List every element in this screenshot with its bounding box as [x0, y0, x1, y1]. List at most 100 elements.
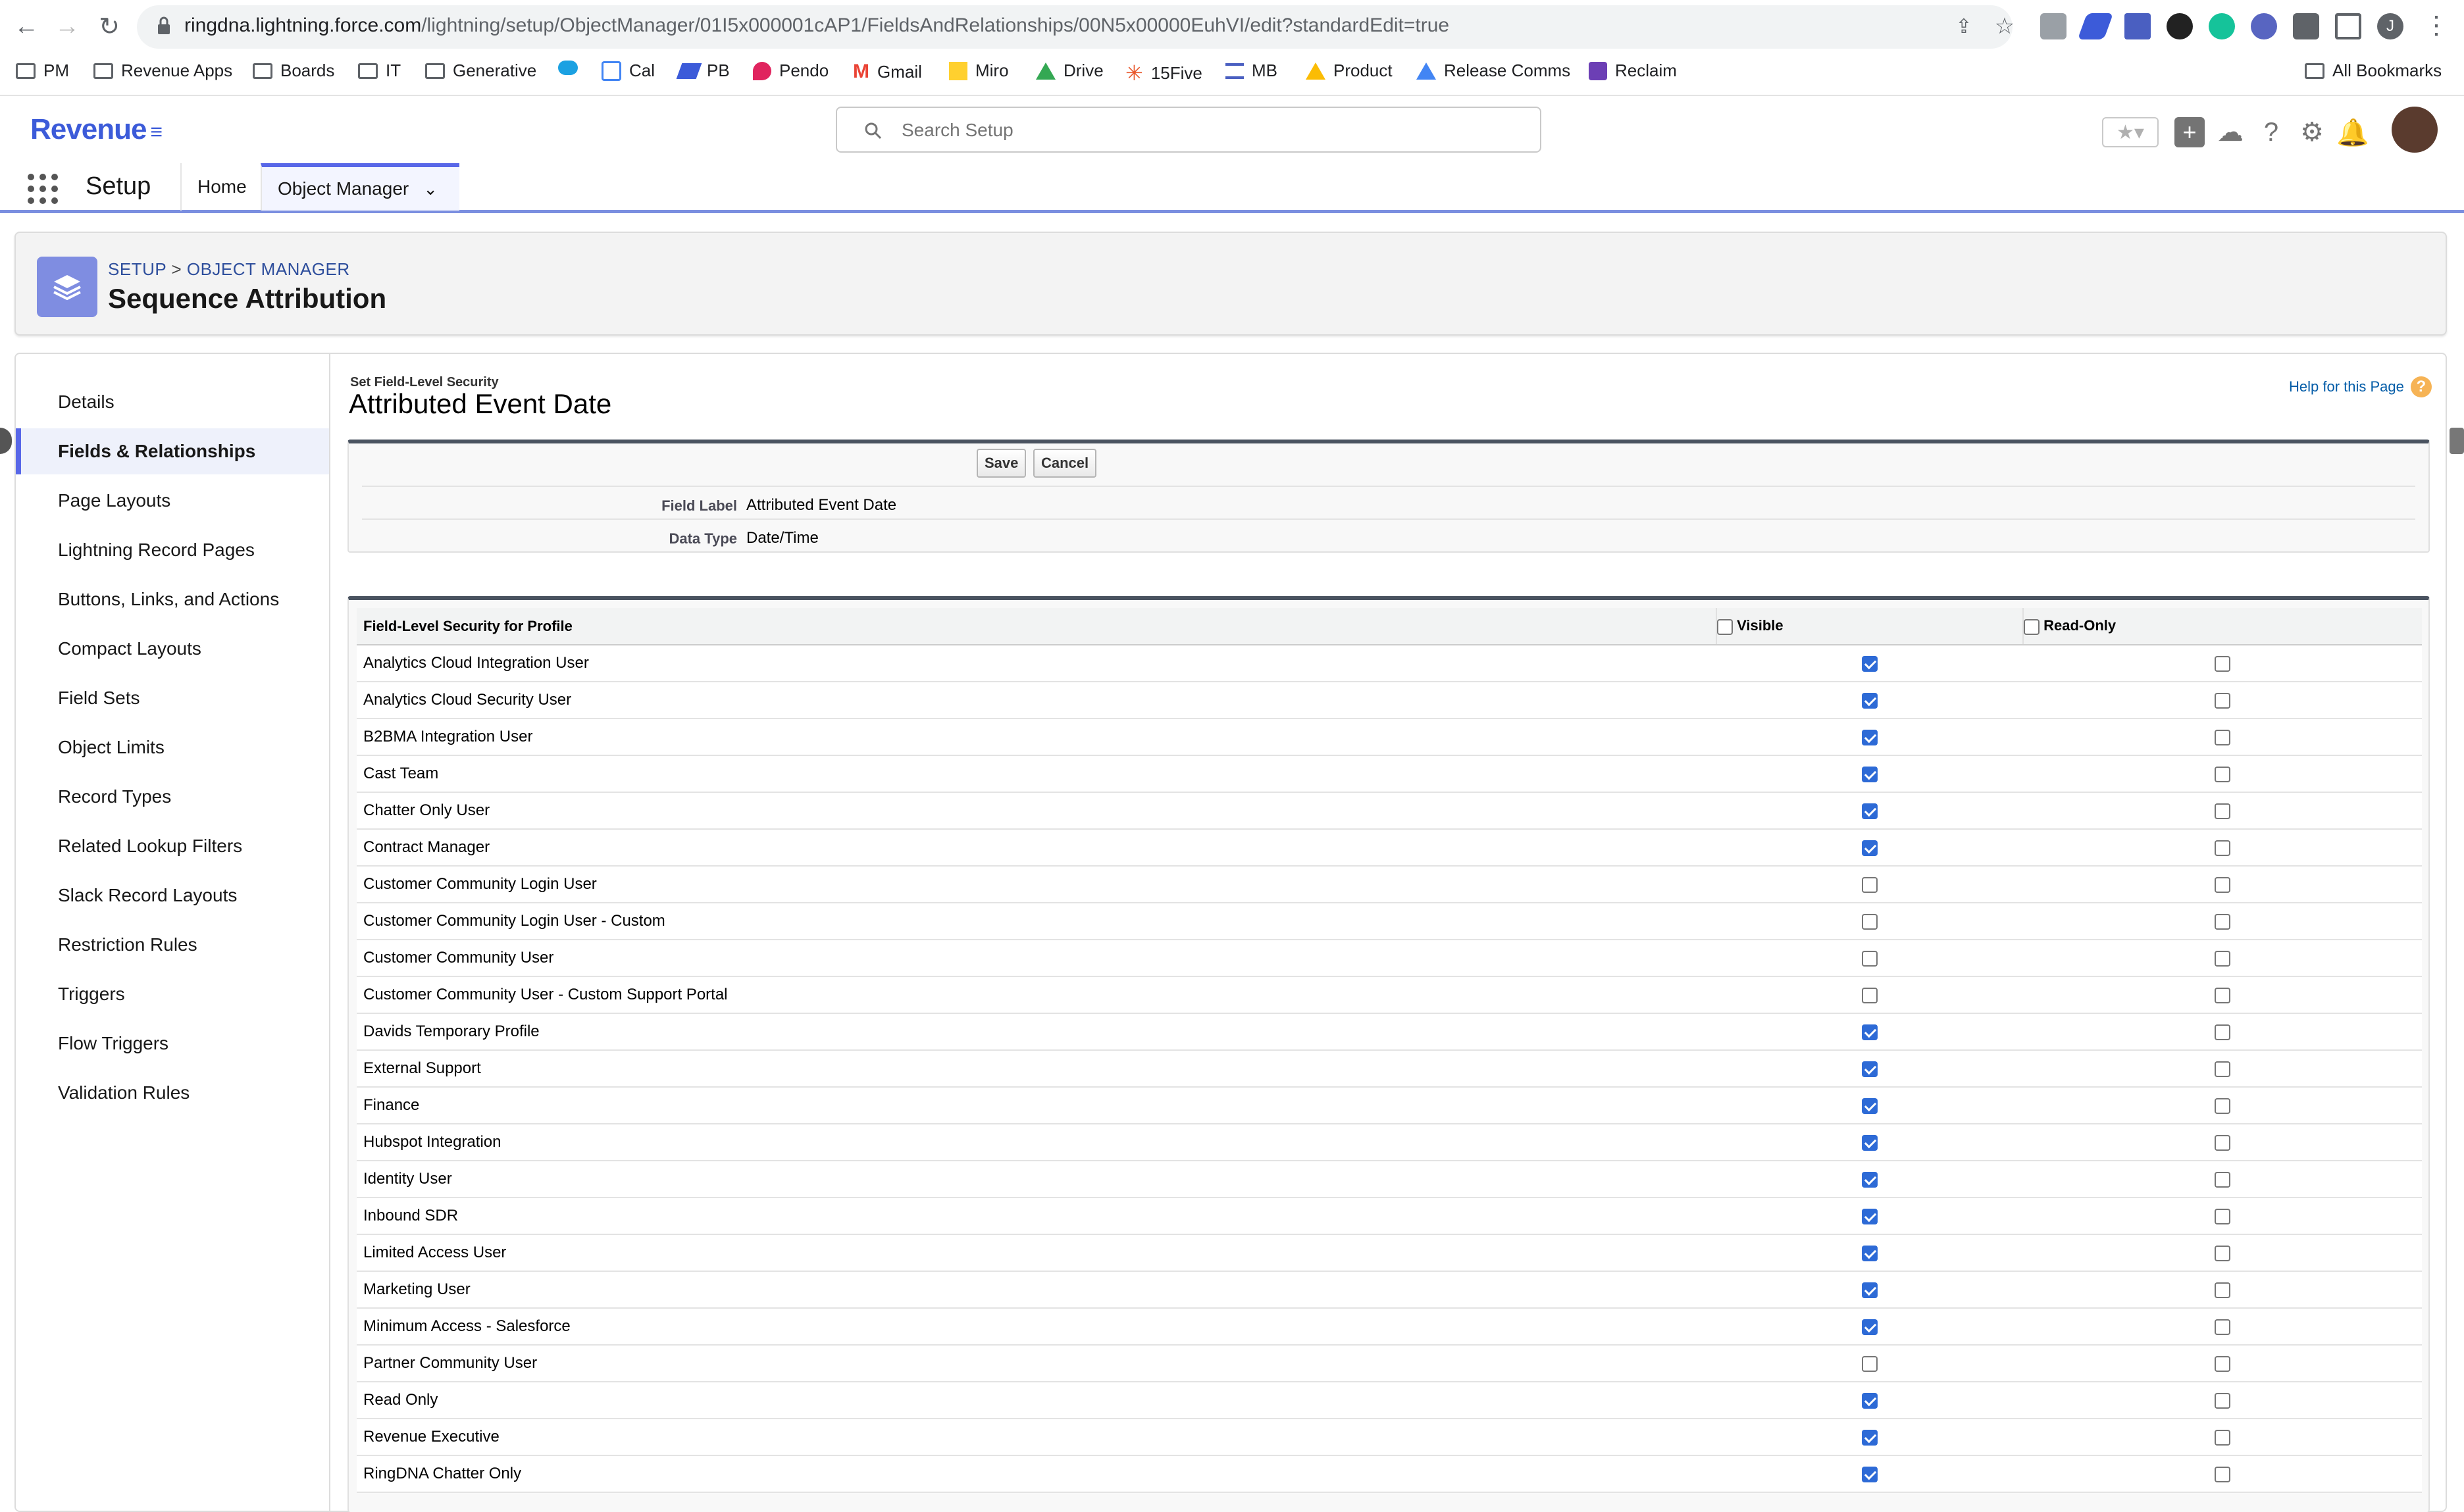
breadcrumb-object-manager[interactable]: OBJECT MANAGER — [187, 259, 350, 279]
visible-checkbox[interactable] — [1861, 692, 1878, 709]
visible-select-all-checkbox[interactable] — [1717, 618, 1733, 635]
bookmark-pendo[interactable]: Pendo — [753, 61, 829, 81]
readonly-checkbox[interactable] — [2214, 987, 2230, 1003]
readonly-checkbox[interactable] — [2214, 1171, 2230, 1188]
sidebar-item-flow-triggers[interactable]: Flow Triggers — [16, 1021, 329, 1067]
readonly-checkbox[interactable] — [2214, 1429, 2230, 1446]
extension-circle-icon[interactable] — [2251, 13, 2277, 39]
trailhead-icon[interactable]: ☁ — [2215, 117, 2246, 147]
address-bar[interactable]: ringdna.lightning.force.com/lightning/se… — [137, 5, 2015, 49]
bookmark-pm[interactable]: PM — [16, 61, 69, 81]
sidebar-item-object-limits[interactable]: Object Limits — [16, 724, 329, 770]
setup-gear-icon[interactable]: ⚙ — [2297, 117, 2327, 147]
cancel-button[interactable]: Cancel — [1033, 449, 1097, 478]
readonly-checkbox[interactable] — [2214, 1208, 2230, 1224]
bookmark-gmail[interactable]: M Gmail — [853, 61, 922, 83]
sidebar-item-record-types[interactable]: Record Types — [16, 774, 329, 820]
visible-checkbox[interactable] — [1861, 1097, 1878, 1114]
bookmark-release-comms[interactable]: Release Comms — [1416, 61, 1570, 81]
save-button[interactable]: Save — [977, 449, 1027, 478]
readonly-checkbox[interactable] — [2214, 1245, 2230, 1261]
readonly-checkbox[interactable] — [2214, 692, 2230, 709]
visible-checkbox[interactable] — [1861, 950, 1878, 967]
extension-gear-icon[interactable] — [2167, 13, 2193, 39]
drawer-handle[interactable] — [0, 428, 12, 454]
visible-checkbox[interactable] — [1861, 803, 1878, 819]
visible-checkbox[interactable] — [1861, 1134, 1878, 1151]
profile-avatar[interactable]: J — [2377, 13, 2403, 39]
revenue-logo[interactable]: Revenue ≡ — [30, 113, 163, 146]
extension-pb-icon[interactable] — [2077, 13, 2114, 39]
visible-checkbox[interactable] — [1861, 1319, 1878, 1335]
readonly-checkbox[interactable] — [2214, 1134, 2230, 1151]
sidebar-item-related-lookup-filters[interactable]: Related Lookup Filters — [16, 823, 329, 869]
bookmark-miro[interactable]: Miro — [949, 61, 1009, 81]
scrollbar-thumb[interactable] — [2450, 428, 2464, 454]
url-text[interactable]: ringdna.lightning.force.com/lightning/se… — [184, 14, 1449, 37]
visible-checkbox[interactable] — [1861, 655, 1878, 672]
sidebar-item-slack-record-layouts[interactable]: Slack Record Layouts — [16, 872, 329, 919]
readonly-checkbox[interactable] — [2214, 1392, 2230, 1409]
side-panel-icon[interactable] — [2335, 13, 2361, 39]
sidebar-item-details[interactable]: Details — [16, 379, 329, 425]
visible-checkbox[interactable] — [1861, 840, 1878, 856]
readonly-checkbox[interactable] — [2214, 1355, 2230, 1372]
bookmark-boards[interactable]: Boards — [253, 61, 334, 81]
readonly-select-all-checkbox[interactable] — [2024, 618, 2040, 635]
readonly-checkbox[interactable] — [2214, 1024, 2230, 1040]
sidebar-item-fields-relationships[interactable]: Fields & Relationships — [16, 428, 329, 474]
help-icon[interactable]: ? — [2256, 117, 2286, 147]
favorites-star-icon[interactable]: ★▾ — [2102, 117, 2159, 147]
visible-checkbox[interactable] — [1861, 1061, 1878, 1077]
visible-checkbox[interactable] — [1861, 1171, 1878, 1188]
extension-list-icon[interactable] — [2124, 13, 2151, 39]
grammarly-icon[interactable] — [2209, 13, 2235, 39]
extensions-puzzle-icon[interactable] — [2293, 13, 2319, 39]
bookmark-15five[interactable]: ✳ 15Five — [1125, 61, 1202, 86]
forward-icon[interactable]: → — [50, 9, 84, 43]
help-link[interactable]: Help for this Page? — [2289, 376, 2432, 397]
visible-checkbox[interactable] — [1861, 1245, 1878, 1261]
bookmark-drive[interactable]: Drive — [1036, 61, 1104, 81]
bookmark-pb[interactable]: PB — [676, 61, 730, 81]
visible-checkbox[interactable] — [1861, 1466, 1878, 1482]
tab-home[interactable]: Home — [180, 163, 263, 211]
bookmark-product[interactable]: Product — [1306, 61, 1393, 81]
back-icon[interactable]: ← — [9, 9, 43, 43]
visible-checkbox[interactable] — [1861, 987, 1878, 1003]
visible-checkbox[interactable] — [1861, 766, 1878, 782]
bookmark-star-icon[interactable]: ☆ — [1988, 9, 2022, 43]
global-actions-add-icon[interactable]: + — [2174, 117, 2205, 147]
readonly-checkbox[interactable] — [2214, 840, 2230, 856]
app-launcher-icon[interactable] — [28, 174, 58, 204]
search-box[interactable] — [836, 107, 1541, 153]
visible-checkbox[interactable] — [1861, 1429, 1878, 1446]
bookmark-cal[interactable]: Cal — [602, 61, 655, 81]
readonly-checkbox[interactable] — [2214, 913, 2230, 930]
visible-checkbox[interactable] — [1861, 1208, 1878, 1224]
readonly-checkbox[interactable] — [2214, 1282, 2230, 1298]
readonly-checkbox[interactable] — [2214, 1319, 2230, 1335]
readonly-checkbox[interactable] — [2214, 803, 2230, 819]
readonly-checkbox[interactable] — [2214, 876, 2230, 893]
visible-checkbox[interactable] — [1861, 1392, 1878, 1409]
sidebar-item-buttons-links-and-actions[interactable]: Buttons, Links, and Actions — [16, 576, 329, 622]
sidebar-item-lightning-record-pages[interactable]: Lightning Record Pages — [16, 527, 329, 573]
chevron-down-icon[interactable]: ⌄ — [423, 179, 438, 199]
browser-menu-icon[interactable]: ⋮ — [2419, 8, 2453, 42]
visible-checkbox[interactable] — [1861, 1355, 1878, 1372]
readonly-checkbox[interactable] — [2214, 1061, 2230, 1077]
readonly-checkbox[interactable] — [2214, 950, 2230, 967]
notifications-bell-icon[interactable]: 🔔 — [2336, 117, 2369, 147]
readonly-checkbox[interactable] — [2214, 1097, 2230, 1114]
sidebar-item-triggers[interactable]: Triggers — [16, 971, 329, 1017]
sidebar-item-compact-layouts[interactable]: Compact Layouts — [16, 626, 329, 672]
readonly-checkbox[interactable] — [2214, 729, 2230, 745]
user-avatar[interactable] — [2392, 107, 2438, 153]
bookmark-mb[interactable]: MB — [1225, 61, 1277, 81]
visible-checkbox[interactable] — [1861, 729, 1878, 745]
reload-icon[interactable]: ↻ — [92, 9, 126, 43]
bookmark-salesforce[interactable] — [558, 61, 578, 75]
visible-checkbox[interactable] — [1861, 913, 1878, 930]
sidebar-item-restriction-rules[interactable]: Restriction Rules — [16, 922, 329, 968]
